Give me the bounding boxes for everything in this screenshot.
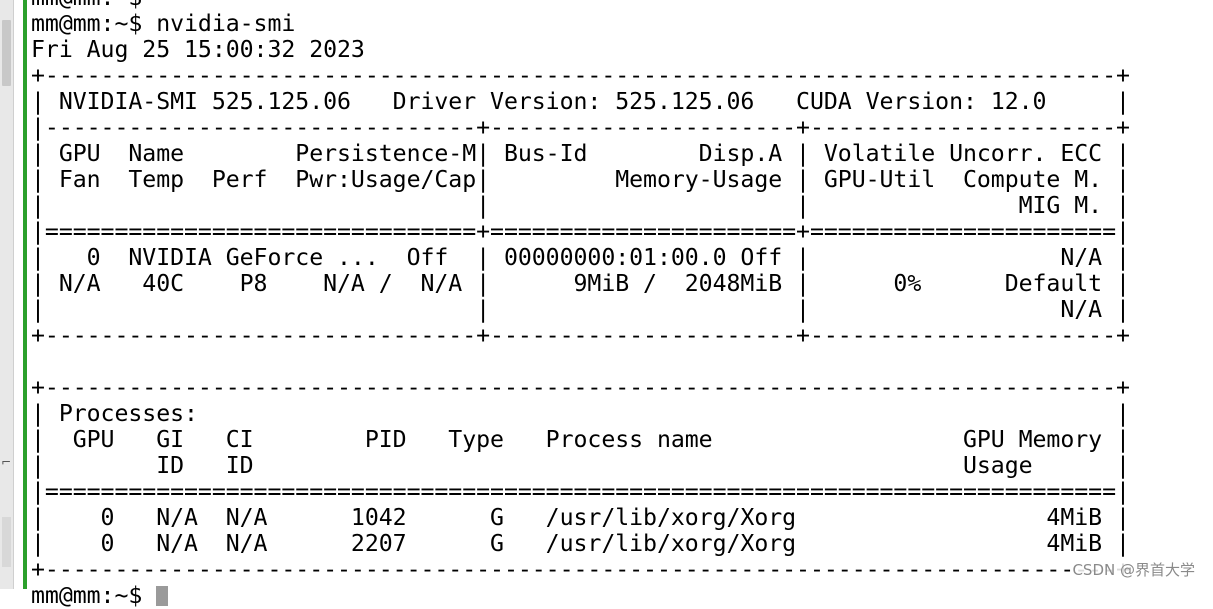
terminal-line: | N/A 40C P8 N/A / N/A | 9MiB / 2048MiB …	[31, 270, 1130, 297]
scrollbar-segment[interactable]	[2, 517, 11, 567]
terminal-line: | ID ID Usage |	[31, 452, 1130, 479]
window-edge-scrollbar[interactable]: ⌐	[0, 0, 14, 589]
terminal-line: |-------------------------------+-------…	[31, 114, 1130, 141]
terminal-line: +---------------------------------------…	[31, 556, 1130, 583]
terminal-line: |===============================+=======…	[31, 218, 1130, 245]
terminal-line: | GPU GI CI PID Type Process name GPU Me…	[31, 426, 1130, 453]
terminal-line: |=======================================…	[31, 478, 1130, 505]
watermark: CSDN @界首大学	[1070, 559, 1197, 580]
scrollbar-thumb[interactable]	[2, 20, 11, 86]
terminal-line: mm@mm:~$ nvidia-smi	[31, 10, 296, 37]
terminal-line: | | | N/A |	[31, 296, 1130, 323]
terminal-line: | GPU Name Persistence-M| Bus-Id Disp.A …	[31, 140, 1130, 167]
terminal-line: | 0 N/A N/A 2207 G /usr/lib/xorg/Xorg 4M…	[31, 530, 1130, 557]
terminal-line: Fri Aug 25 15:00:32 2023	[31, 36, 365, 63]
terminal-line: +---------------------------------------…	[31, 62, 1130, 89]
terminal-prompt-line[interactable]: mm@mm:~$	[31, 583, 1130, 609]
terminal-output[interactable]: mm@mm:~$ mm@mm:~$ nvidia-smiFri Aug 25 15…	[31, 0, 1130, 609]
terminal-line: +---------------------------------------…	[31, 374, 1130, 401]
shell-prompt: mm@mm:~$	[31, 582, 157, 609]
terminal-line: | NVIDIA-SMI 525.125.06 Driver Version: …	[31, 88, 1130, 115]
terminal-accent-bar	[23, 0, 27, 589]
text-cursor	[156, 586, 169, 606]
terminal-line: | Fan Temp Perf Pwr:Usage/Cap| Memory-Us…	[31, 166, 1130, 193]
terminal-line: | | | MIG M. |	[31, 192, 1130, 219]
terminal-line: | Processes: |	[31, 400, 1130, 427]
terminal-line: +-------------------------------+-------…	[31, 322, 1130, 349]
terminal-line: | 0 N/A N/A 1042 G /usr/lib/xorg/Xorg 4M…	[31, 504, 1130, 531]
terminal-line: | 0 NVIDIA GeForce ... Off | 00000000:01…	[31, 244, 1130, 271]
arrow-icon: ⌐	[1, 455, 12, 469]
